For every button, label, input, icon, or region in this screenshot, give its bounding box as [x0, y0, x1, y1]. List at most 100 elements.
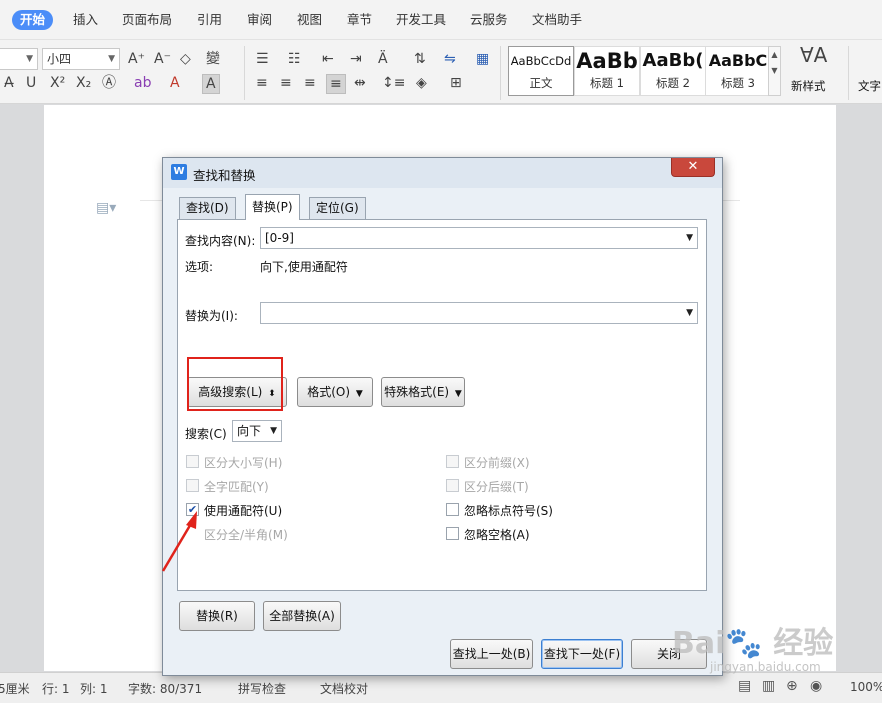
style-sample: AaBbC — [708, 51, 768, 70]
distribute-icon[interactable]: ⇹ — [354, 74, 366, 92]
find-next-button[interactable]: 查找下一处(F) — [541, 639, 623, 669]
ribbon-divider — [500, 46, 501, 100]
match-case-label: 区分大小写(H) — [204, 456, 283, 470]
underline-icon[interactable]: U — [26, 74, 36, 92]
borders-icon[interactable]: ⊞ — [450, 74, 462, 92]
font-name-field[interactable]: ▼ — [0, 48, 38, 70]
text-tools-button[interactable]: 文字 — [858, 78, 881, 94]
spacing-icon[interactable]: ↕≡ — [382, 74, 405, 92]
align-left-icon[interactable]: ≡ — [256, 74, 268, 92]
page-view-icon[interactable]: ▤ — [738, 678, 751, 694]
match-case-checkbox[interactable] — [186, 455, 199, 468]
style-heading-1[interactable]: AaBb 标题 1 — [574, 46, 640, 96]
style-gallery-scroll[interactable]: ▲ ▼ — [768, 46, 781, 96]
menu-insert[interactable]: 插入 — [73, 10, 98, 30]
menu-start[interactable]: 开始 — [12, 10, 54, 30]
style-normal[interactable]: AaBbCcDd 正文 — [508, 46, 574, 96]
replace-all-button[interactable]: 全部替换(A) — [263, 601, 341, 631]
ignore-spaces-checkbox[interactable] — [446, 527, 459, 540]
match-suffix-label: 区分后缀(T) — [464, 480, 529, 494]
shading-icon[interactable]: ◈ — [416, 74, 427, 92]
format-button[interactable]: 格式(O) ▼ — [297, 377, 373, 407]
menu-chapter[interactable]: 章节 — [347, 10, 372, 30]
clear-format-icon[interactable]: ◇ — [180, 50, 191, 68]
match-suffix-checkbox[interactable] — [446, 479, 459, 492]
use-wildcards-label: 使用通配符(U) — [204, 504, 283, 518]
menu-review[interactable]: 审阅 — [247, 10, 272, 30]
char-shading-icon[interactable]: A — [202, 74, 220, 94]
format-label: 格式(O) — [307, 385, 351, 399]
options-label: 选项: — [185, 260, 214, 274]
new-style-button[interactable]: 新样式 — [791, 78, 826, 94]
find-what-label: 查找内容(N): — [185, 234, 256, 248]
dialog-title-bar[interactable]: W 查找和替换 ✕ — [163, 158, 722, 188]
chevron-down-icon: ▼ — [26, 54, 33, 64]
tab-replace[interactable]: 替换(P) — [245, 194, 300, 220]
align-center-icon[interactable]: ≡ — [280, 74, 292, 92]
special-format-button[interactable]: 特殊格式(E) ▼ — [381, 377, 465, 407]
replace-with-input[interactable]: ▼ — [260, 302, 698, 324]
chevron-down-icon: ▼ — [108, 54, 115, 64]
style-name: 正文 — [529, 76, 553, 90]
dropdown-arrow-icon[interactable]: ▼ — [686, 303, 693, 323]
decrease-indent-icon[interactable]: ⇤ — [322, 50, 334, 68]
special-format-label: 特殊格式(E) — [384, 385, 450, 399]
outline-view-icon[interactable]: ▥ — [762, 678, 775, 694]
subscript-icon[interactable]: X₂ — [76, 74, 91, 92]
strikethrough-icon[interactable]: A̶ — [4, 74, 14, 92]
font-grow-icon[interactable]: A⁺ — [128, 50, 145, 68]
match-prefix-checkbox[interactable] — [446, 455, 459, 468]
replace-button[interactable]: 替换(R) — [179, 601, 255, 631]
search-direction-label: 搜索(C) — [185, 427, 227, 441]
numbered-list-icon[interactable]: ☷ — [288, 50, 301, 68]
justify-icon[interactable]: ≡ — [326, 74, 346, 94]
options-value: 向下,使用通配符 — [260, 260, 348, 274]
tab-goto[interactable]: 定位(G) — [309, 197, 366, 219]
increase-indent-icon[interactable]: ⇥ — [350, 50, 362, 68]
menu-doc-assistant[interactable]: 文档助手 — [532, 10, 582, 30]
menu-bar: 开始 插入 页面布局 引用 审阅 视图 章节 开发工具 云服务 文档助手 — [0, 0, 882, 40]
menu-references[interactable]: 引用 — [197, 10, 222, 30]
superscript-icon[interactable]: X² — [50, 74, 65, 92]
status-word-count[interactable]: 字数: 80/371 — [128, 680, 202, 697]
highlight-icon[interactable]: ab — [134, 74, 151, 92]
menu-developer[interactable]: 开发工具 — [396, 10, 446, 30]
new-style-icon[interactable]: ⱯA — [800, 45, 827, 65]
status-line: 行: 1 — [42, 682, 70, 696]
use-wildcards-checkbox[interactable]: ✔ — [186, 503, 199, 516]
menu-view[interactable]: 视图 — [297, 10, 322, 30]
find-previous-button[interactable]: 查找上一处(B) — [450, 639, 533, 669]
style-name: 标题 1 — [590, 76, 624, 90]
search-direction-select[interactable]: 向下 ▼ — [232, 420, 282, 442]
ignore-punctuation-checkbox[interactable] — [446, 503, 459, 516]
paragraph-mark-icon[interactable]: ▤▾ — [96, 200, 116, 216]
find-what-input[interactable]: [0-9] ▼ — [260, 227, 698, 249]
style-heading-3[interactable]: AaBbC 标题 3 — [705, 46, 771, 96]
paragraph-icon[interactable]: ▦ — [476, 50, 489, 68]
ribbon: ▼ 小四 ▼ A⁺ A⁻ ◇ 變 A̶ U X² X₂ Ⓐ ab A A ☰ ☷ … — [0, 40, 882, 104]
bullet-list-icon[interactable]: ☰ — [256, 50, 269, 68]
zoom-level[interactable]: 100% — [850, 680, 882, 694]
line-spacing-icon[interactable]: ⇋ — [444, 50, 456, 68]
menu-cloud[interactable]: 云服务 — [470, 10, 508, 30]
eye-protect-icon[interactable]: ◉ — [810, 678, 822, 694]
text-effect-icon[interactable]: Ⓐ — [102, 74, 116, 92]
font-shrink-icon[interactable]: A⁻ — [154, 50, 171, 68]
chinese-layout-icon[interactable]: Ä — [378, 50, 388, 68]
font-color-icon[interactable]: A — [170, 74, 180, 92]
style-sample: AaBb — [576, 49, 638, 73]
search-direction-value: 向下 — [237, 424, 262, 438]
status-doc-check[interactable]: 文档校对 — [320, 680, 368, 697]
style-heading-2[interactable]: AaBb( 标题 2 — [640, 46, 706, 96]
tab-find[interactable]: 查找(D) — [179, 197, 236, 219]
align-right-icon[interactable]: ≡ — [304, 74, 316, 92]
menu-page-layout[interactable]: 页面布局 — [122, 10, 172, 30]
sort-icon[interactable]: ⇅ — [414, 50, 426, 68]
close-icon[interactable]: ✕ — [671, 158, 715, 177]
whole-word-checkbox[interactable] — [186, 479, 199, 492]
status-spell-check[interactable]: 拼写检查 — [238, 680, 286, 697]
phonetic-icon[interactable]: 變 — [206, 50, 220, 68]
web-view-icon[interactable]: ⊕ — [786, 678, 798, 694]
font-size-field[interactable]: 小四 ▼ — [42, 48, 120, 70]
dropdown-arrow-icon[interactable]: ▼ — [686, 228, 693, 248]
